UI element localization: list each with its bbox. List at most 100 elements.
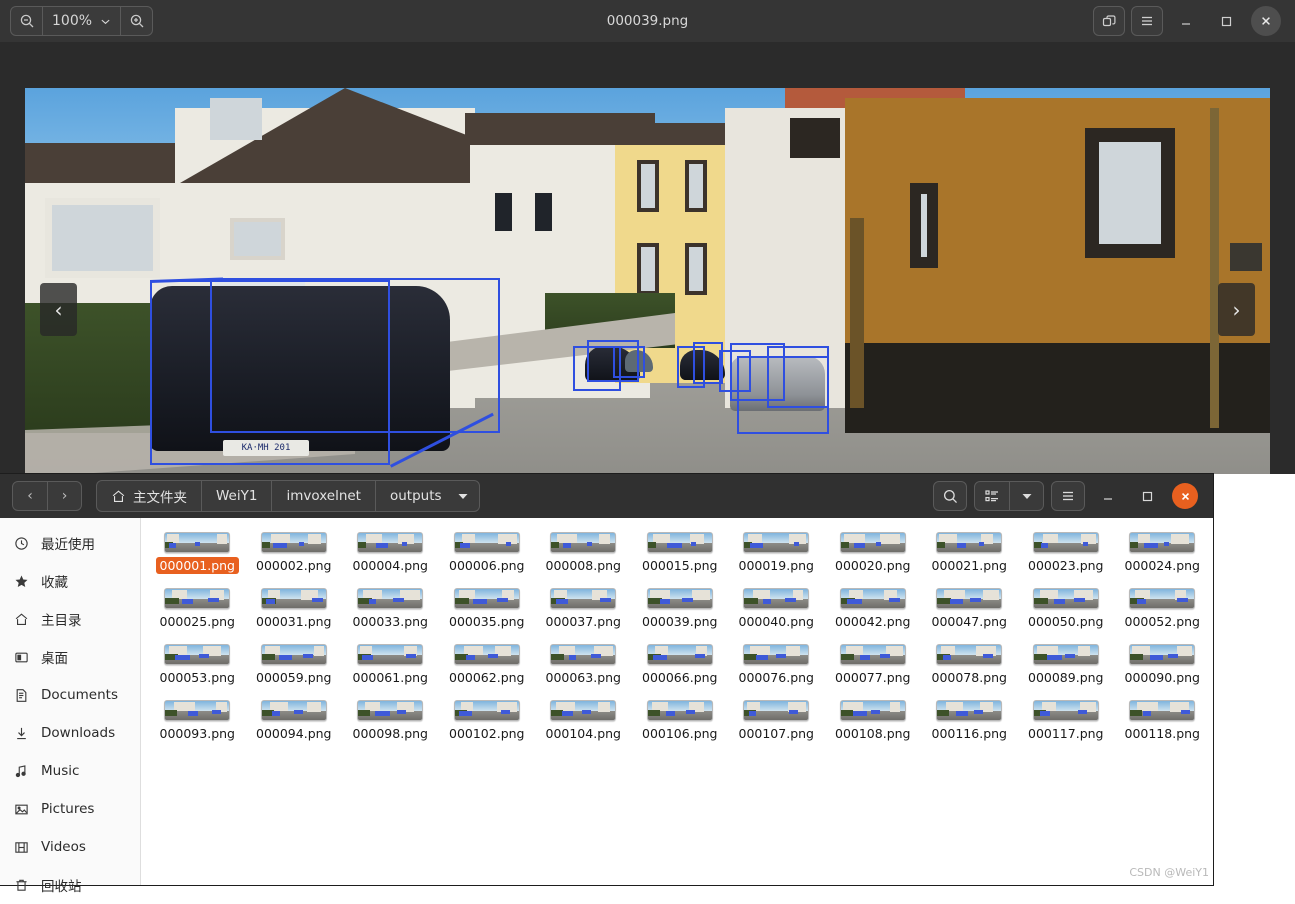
- file-item[interactable]: 000093.png: [149, 700, 246, 742]
- file-name-label: 000106.png: [642, 726, 718, 741]
- sidebar-label-videos: Videos: [41, 839, 86, 855]
- breadcrumb-label-home: 主文件夹: [133, 490, 187, 506]
- file-item[interactable]: 000104.png: [535, 700, 632, 742]
- file-item[interactable]: 000015.png: [632, 532, 729, 574]
- file-item[interactable]: 000025.png: [149, 588, 246, 630]
- file-item[interactable]: 000053.png: [149, 644, 246, 686]
- file-item[interactable]: 000061.png: [342, 644, 439, 686]
- window-row-2: [535, 193, 552, 231]
- sidebar-item-music[interactable]: Music: [0, 752, 140, 790]
- maximize-icon[interactable]: [1209, 4, 1243, 38]
- sidebar-label-music: Music: [41, 763, 80, 779]
- file-row: 000025.png 000031.png 000033.png 000035.png…: [149, 588, 1213, 644]
- sidebar-item-home[interactable]: 主目录: [0, 600, 140, 638]
- zoom-out-icon[interactable]: [11, 7, 43, 35]
- hamburger-menu-icon[interactable]: [1131, 6, 1163, 36]
- file-item[interactable]: 000002.png: [246, 532, 343, 574]
- previous-image-button[interactable]: ‹: [40, 283, 77, 336]
- file-item[interactable]: 000021.png: [921, 532, 1018, 574]
- file-item[interactable]: 000050.png: [1018, 588, 1115, 630]
- file-item[interactable]: 000037.png: [535, 588, 632, 630]
- sidebar-item-trash[interactable]: 回收站: [0, 866, 140, 904]
- window-yellow-4: [685, 243, 707, 295]
- file-item[interactable]: 000031.png: [246, 588, 343, 630]
- file-item[interactable]: 000052.png: [1114, 588, 1211, 630]
- file-name-label: 000093.png: [159, 726, 235, 741]
- file-thumbnail: [260, 588, 327, 609]
- window-yellow-1: [637, 160, 659, 212]
- file-item[interactable]: 000042.png: [825, 588, 922, 630]
- sidebar-item-documents[interactable]: Documents: [0, 676, 140, 714]
- file-item[interactable]: 000020.png: [825, 532, 922, 574]
- file-thumbnail: [936, 644, 1003, 665]
- sidebar-item-downloads[interactable]: Downloads: [0, 714, 140, 752]
- window-left-1: [45, 198, 160, 278]
- file-item[interactable]: 000024.png: [1114, 532, 1211, 574]
- zoom-in-icon[interactable]: [120, 7, 152, 35]
- file-name-label: 000039.png: [642, 614, 718, 629]
- file-thumbnail: [839, 700, 906, 721]
- file-grid[interactable]: 000001.png 000002.png 000004.png 000006.png…: [141, 518, 1213, 885]
- file-item[interactable]: 000040.png: [728, 588, 825, 630]
- file-name-label: 000104.png: [545, 726, 621, 741]
- sidebar-item-videos[interactable]: Videos: [0, 828, 140, 866]
- list-view-icon[interactable]: [975, 482, 1009, 510]
- breadcrumb-item-home[interactable]: 主文件夹: [97, 481, 201, 511]
- file-item[interactable]: 000004.png: [342, 532, 439, 574]
- file-item[interactable]: 000008.png: [535, 532, 632, 574]
- file-item[interactable]: 000035.png: [439, 588, 536, 630]
- file-item[interactable]: 000117.png: [1018, 700, 1115, 742]
- file-item[interactable]: 000062.png: [439, 644, 536, 686]
- file-item[interactable]: 000047.png: [921, 588, 1018, 630]
- sidebar-item-desktop[interactable]: 桌面: [0, 638, 140, 676]
- file-item[interactable]: 000023.png: [1018, 532, 1115, 574]
- window-right-2: [1085, 128, 1175, 258]
- file-item[interactable]: 000090.png: [1114, 644, 1211, 686]
- back-button[interactable]: ‹: [13, 482, 47, 510]
- file-item[interactable]: 000039.png: [632, 588, 729, 630]
- file-item[interactable]: 000059.png: [246, 644, 343, 686]
- file-item[interactable]: 000077.png: [825, 644, 922, 686]
- forward-button[interactable]: ›: [47, 482, 81, 510]
- file-item[interactable]: 000089.png: [1018, 644, 1115, 686]
- file-thumbnail: [453, 532, 520, 553]
- hamburger-menu-icon[interactable]: [1051, 481, 1085, 511]
- file-item[interactable]: 000076.png: [728, 644, 825, 686]
- search-icon[interactable]: [933, 481, 967, 511]
- file-item[interactable]: 000066.png: [632, 644, 729, 686]
- file-item[interactable]: 000078.png: [921, 644, 1018, 686]
- close-icon[interactable]: [1251, 6, 1281, 36]
- file-item[interactable]: 000063.png: [535, 644, 632, 686]
- bbox-car-right-back: [767, 346, 829, 408]
- file-item[interactable]: 000033.png: [342, 588, 439, 630]
- file-item[interactable]: 000019.png: [728, 532, 825, 574]
- file-item[interactable]: 000001.png: [149, 532, 246, 574]
- minimize-icon[interactable]: [1092, 480, 1124, 512]
- sidebar-item-pictures[interactable]: Pictures: [0, 790, 140, 828]
- file-item[interactable]: 000118.png: [1114, 700, 1211, 742]
- file-item[interactable]: 000098.png: [342, 700, 439, 742]
- file-item[interactable]: 000107.png: [728, 700, 825, 742]
- breadcrumb-item-weiy1[interactable]: WeiY1: [201, 481, 271, 511]
- file-manager-toolbar: [933, 480, 1207, 512]
- file-item[interactable]: 000108.png: [825, 700, 922, 742]
- file-item[interactable]: 000106.png: [632, 700, 729, 742]
- restore-window-icon[interactable]: [1093, 6, 1125, 36]
- breadcrumb-label-outputs: outputs: [389, 488, 442, 504]
- breadcrumb-item-imvoxelnet[interactable]: imvoxelnet: [271, 481, 375, 511]
- breadcrumb-item-outputs[interactable]: outputs: [374, 481, 479, 511]
- clock-icon: [13, 535, 30, 552]
- sidebar-item-recent[interactable]: 最近使用: [0, 524, 140, 562]
- file-thumbnail: [839, 532, 906, 553]
- zoom-level-selector[interactable]: 100%: [43, 7, 120, 35]
- sidebar-item-starred[interactable]: 收藏: [0, 562, 140, 600]
- minimize-icon[interactable]: [1169, 4, 1203, 38]
- close-icon[interactable]: [1172, 483, 1198, 509]
- file-item[interactable]: 000116.png: [921, 700, 1018, 742]
- file-item[interactable]: 000006.png: [439, 532, 536, 574]
- maximize-icon[interactable]: [1131, 480, 1163, 512]
- view-mode-dropdown-icon[interactable]: [1009, 482, 1043, 510]
- file-item[interactable]: 000094.png: [246, 700, 343, 742]
- next-image-button[interactable]: ›: [1218, 283, 1255, 336]
- file-item[interactable]: 000102.png: [439, 700, 536, 742]
